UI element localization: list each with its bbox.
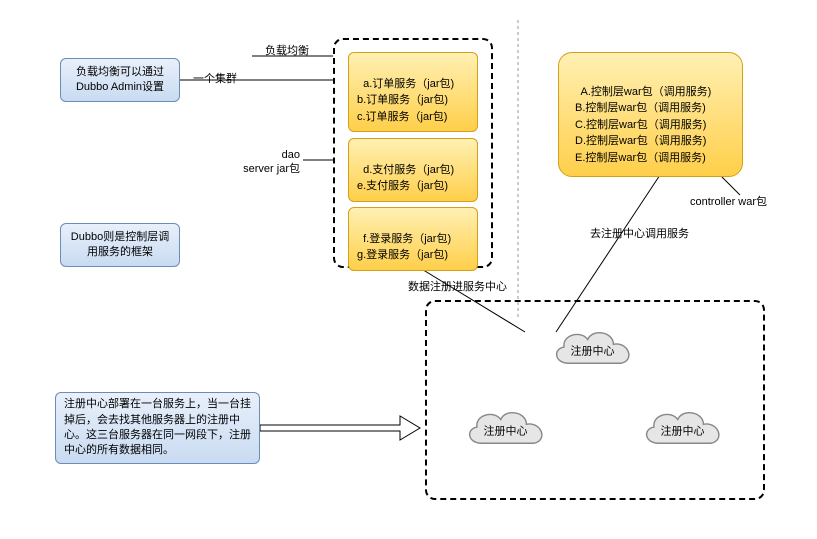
- note-text: Dubbo则是控制层调用服务的框架: [69, 230, 171, 261]
- label-loadbalance: 负载均衡: [265, 44, 309, 58]
- controllers-box: A.控制层war包（调用服务) B.控制层war包（调用服务) C.控制层war…: [558, 52, 743, 177]
- service-text: d.支付服务（jar包) e.支付服务（jar包): [357, 164, 454, 193]
- cloud-label: 注册中心: [661, 423, 705, 439]
- label-controller-war: controller war包: [690, 195, 767, 209]
- registry-cloud-3: 注册中心: [635, 400, 730, 458]
- registry-cloud-2: 注册中心: [458, 400, 553, 458]
- note-loadbalance-admin: 负载均衡可以通过Dubbo Admin设置: [60, 58, 180, 102]
- label-register-data: 数据注册进服务中心: [408, 280, 507, 294]
- service-login: f.登录服务（jar包) g.登录服务（jar包): [348, 207, 478, 271]
- note-registry-deploy: 注册中心部署在一台服务上，当一台挂掉后，会去找其他服务器上的注册中心。这三台服务…: [55, 392, 260, 464]
- controllers-text: A.控制层war包（调用服务) B.控制层war包（调用服务) C.控制层war…: [575, 86, 711, 164]
- service-text: f.登录服务（jar包) g.登录服务（jar包): [357, 233, 451, 262]
- label-dao: dao server jar包: [238, 148, 300, 177]
- cloud-label: 注册中心: [484, 423, 528, 439]
- label-call-service: 去注册中心调用服务: [590, 227, 689, 241]
- note-text: 负载均衡可以通过Dubbo Admin设置: [69, 65, 171, 96]
- service-pay: d.支付服务（jar包) e.支付服务（jar包): [348, 138, 478, 202]
- service-order: a.订单服务（jar包) b.订单服务（jar包) c.订单服务（jar包): [348, 52, 478, 132]
- cloud-label: 注册中心: [571, 343, 615, 359]
- service-text: a.订单服务（jar包) b.订单服务（jar包) c.订单服务（jar包): [357, 78, 454, 123]
- registry-cloud-1: 注册中心: [545, 320, 640, 378]
- note-dubbo-framework: Dubbo则是控制层调用服务的框架: [60, 223, 180, 267]
- label-cluster: 一个集群: [193, 72, 237, 86]
- note-text: 注册中心部署在一台服务上，当一台挂掉后，会去找其他服务器上的注册中心。这三台服务…: [64, 397, 251, 459]
